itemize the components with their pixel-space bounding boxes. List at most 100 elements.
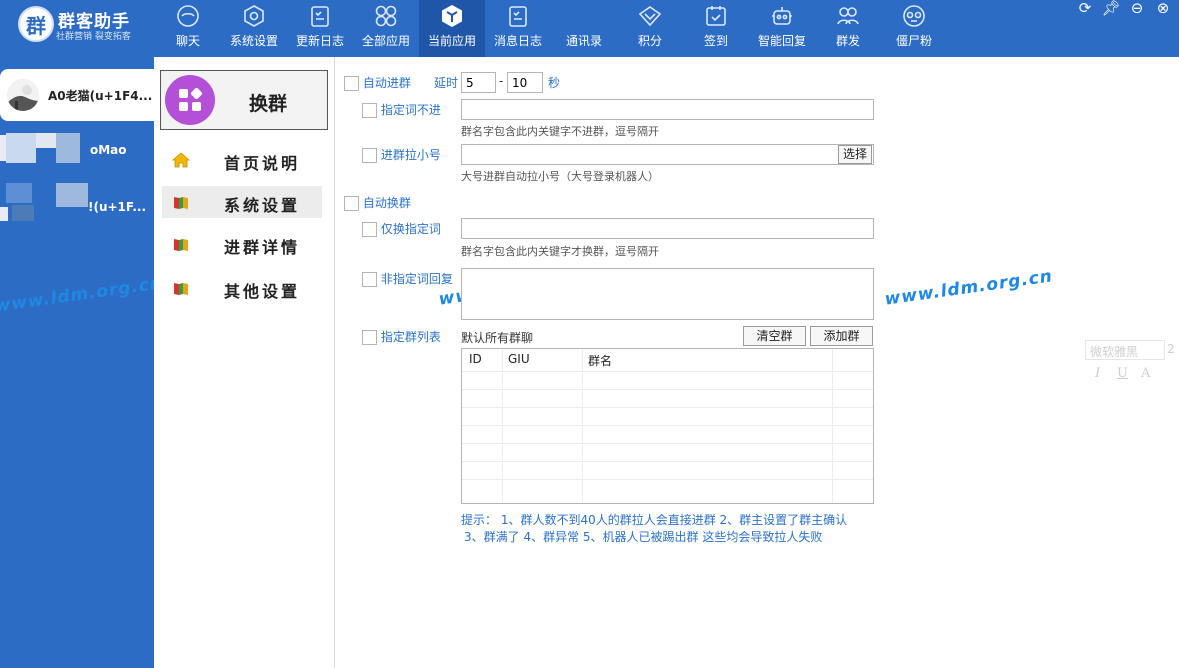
font-size-value[interactable]: 2 — [1167, 342, 1175, 356]
menu-item-other-settings[interactable]: 其他设置 — [162, 272, 322, 304]
pull-small-label: 进群拉小号 — [380, 148, 441, 162]
add-group-button[interactable]: 添加群 — [810, 326, 873, 346]
nav-points[interactable]: 积分 — [617, 0, 683, 57]
auto-join-label: 自动进群 — [362, 76, 411, 90]
switch-group-button[interactable]: 换群 — [160, 70, 328, 130]
non-keyword-reply-checkbox[interactable] — [362, 272, 377, 287]
account-name: A0老猫(u+1F4... — [48, 89, 153, 103]
chat-icon — [177, 5, 199, 27]
clear-groups-button[interactable]: 清空群 — [743, 326, 806, 346]
main-nav: 聊天 系统设置 更新日志 全部应用 当前应用 消息日志 通讯录 积分 签到 智能… — [155, 0, 947, 57]
settings-icon — [244, 5, 264, 27]
group-list-label: 指定群列表 — [380, 330, 441, 344]
account-name: !(u+1F... — [88, 200, 147, 214]
menu-item-label: 首页说明 — [224, 154, 301, 173]
nav-message-log[interactable]: 消息日志 — [485, 0, 551, 57]
auto-switch-label: 自动换群 — [362, 196, 411, 210]
non-keyword-reply-label: 非指定词回复 — [380, 272, 453, 286]
delay-min-input[interactable] — [461, 72, 496, 93]
non-keyword-reply-textarea[interactable] — [461, 268, 874, 320]
home-icon — [172, 152, 190, 168]
group-list-checkbox[interactable] — [362, 330, 377, 345]
zombie-icon — [903, 5, 925, 27]
avatar — [7, 79, 39, 111]
account-name: oMao — [90, 143, 127, 157]
only-keyword-checkbox[interactable] — [362, 222, 377, 237]
group-table[interactable]: ID GIU 群名 — [461, 348, 874, 504]
nav-smart-reply[interactable]: 智能回复 — [749, 0, 815, 57]
auto-join-row: 自动进群 — [344, 74, 411, 91]
nav-label: 当前应用 — [427, 34, 476, 48]
account-item[interactable]: !(u+1F... — [0, 182, 154, 234]
pull-small-checkbox[interactable] — [362, 148, 377, 163]
window-controls: ⟳ 📌︎ ⊖ ⊗ — [1075, 0, 1173, 16]
nav-all-apps[interactable]: 全部应用 — [353, 0, 419, 57]
column-header: GIU — [508, 352, 530, 366]
auto-switch-checkbox[interactable] — [344, 196, 359, 211]
nav-label: 聊天 — [175, 34, 200, 48]
switch-group-label: 换群 — [249, 93, 288, 115]
refresh-icon[interactable]: ⟳ — [1075, 0, 1095, 16]
column-header: 群名 — [588, 354, 613, 368]
top-bar: 群 群客助手 社群营销 裂变拓客 聊天 系统设置 更新日志 全部应用 当前应用 … — [0, 0, 1179, 57]
nav-current-app[interactable]: 当前应用 — [419, 0, 485, 57]
nav-label: 通讯录 — [565, 34, 602, 48]
keyword-block-checkbox[interactable] — [362, 103, 377, 118]
minimize-icon[interactable]: ⊖ — [1127, 0, 1147, 16]
menu-item-home-guide[interactable]: 首页说明 — [162, 144, 322, 176]
delay-label: 延时 — [434, 76, 459, 90]
checkin-icon — [706, 6, 726, 26]
only-keyword-hint: 群名字包含此内关键字才换群，逗号隔开 — [461, 245, 659, 258]
nav-update-log[interactable]: 更新日志 — [287, 0, 353, 57]
pull-small-input[interactable] — [461, 144, 874, 165]
points-icon — [638, 6, 662, 27]
menu-item-label: 其他设置 — [224, 282, 301, 301]
pull-small-row: 进群拉小号 — [362, 146, 441, 163]
apps-icon — [375, 5, 397, 27]
close-icon[interactable]: ⊗ — [1153, 0, 1173, 16]
book-icon — [174, 283, 188, 295]
font-color-button[interactable]: A — [1141, 366, 1150, 381]
pull-small-hint: 大号进群自动拉小号（大号登录机器人） — [461, 170, 659, 183]
italic-button[interactable]: I — [1095, 366, 1100, 381]
font-select[interactable]: 微软雅黑 — [1085, 340, 1165, 360]
nav-settings[interactable]: 系统设置 — [221, 0, 287, 57]
nav-label: 僵尸粉 — [895, 34, 932, 48]
account-item[interactable]: A0老猫(u+1F4... — [0, 69, 154, 121]
menu-item-group-details[interactable]: 进群详情 — [162, 228, 322, 260]
column-header: ID — [469, 352, 482, 366]
nav-label: 全部应用 — [361, 34, 410, 48]
only-keyword-input[interactable] — [461, 218, 874, 239]
menu-item-system-settings[interactable]: 系统设置 — [162, 186, 322, 218]
settings-panel: 自动进群 延时 - 秒 指定词不进 群名字包含此内关键字不进群，逗号隔开 进群拉… — [336, 57, 1179, 668]
nav-contacts[interactable]: 通讯录 — [551, 0, 617, 57]
nav-label: 更新日志 — [295, 34, 344, 48]
nav-checkin[interactable]: 签到 — [683, 0, 749, 57]
nav-group-send[interactable]: 群发 — [815, 0, 881, 57]
faded-text-toolbar: 微软雅黑 2 I U A — [1085, 338, 1179, 386]
function-menu: 换群 首页说明 系统设置 进群详情 其他设置 — [154, 57, 335, 668]
pin-icon[interactable]: 📌︎ — [1101, 0, 1121, 16]
underline-button[interactable]: U — [1117, 366, 1128, 381]
auto-join-checkbox[interactable] — [344, 76, 359, 91]
keyword-block-row: 指定词不进 — [362, 101, 441, 118]
keyword-block-input[interactable] — [461, 99, 874, 120]
book-icon — [174, 239, 188, 251]
select-button[interactable]: 选择 — [838, 145, 872, 164]
tip-line-1: 提示： 1、群人数不到40人的群拉人会直接进群 2、群主设置了群主确认 — [461, 513, 848, 527]
nav-chat[interactable]: 聊天 — [155, 0, 221, 57]
only-keyword-row: 仅换指定词 — [362, 220, 441, 237]
book-icon — [174, 197, 188, 209]
robot-icon — [772, 7, 792, 25]
menu-item-label: 进群详情 — [224, 238, 301, 257]
group-list-row: 指定群列表 — [362, 328, 441, 345]
nav-label: 智能回复 — [757, 34, 806, 48]
nav-zombie-fans[interactable]: 僵尸粉 — [881, 0, 947, 57]
account-item[interactable]: oMao — [0, 125, 154, 177]
nav-label: 积分 — [637, 34, 662, 48]
delay-max-input[interactable] — [507, 72, 543, 93]
app-grid-icon — [165, 75, 215, 125]
auto-switch-row: 自动换群 — [344, 194, 411, 211]
nav-label: 消息日志 — [493, 34, 542, 48]
only-keyword-label: 仅换指定词 — [380, 222, 441, 236]
